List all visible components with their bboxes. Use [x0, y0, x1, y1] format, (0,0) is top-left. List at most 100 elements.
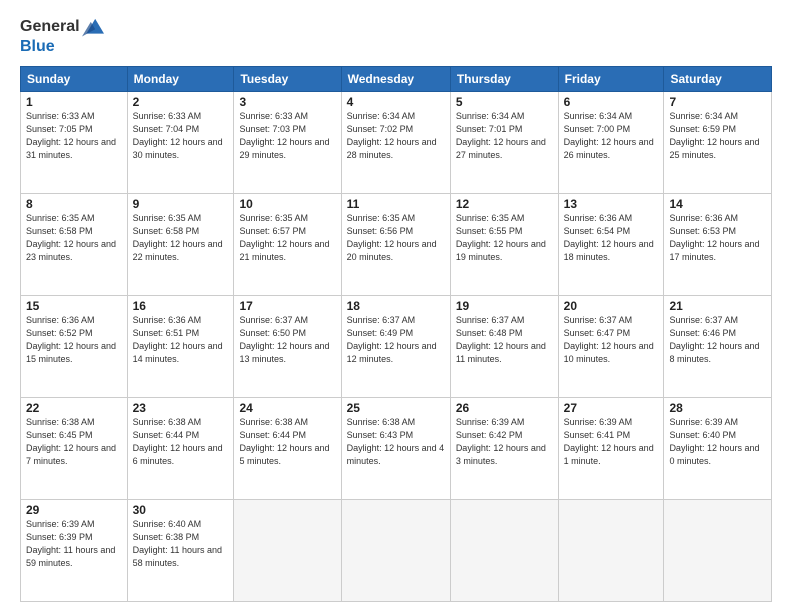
day-number: 3 [239, 95, 335, 109]
day-info: Sunrise: 6:38 AMSunset: 6:45 PMDaylight:… [26, 417, 116, 466]
day-number: 14 [669, 197, 766, 211]
calendar-cell: 18 Sunrise: 6:37 AMSunset: 6:49 PMDaylig… [341, 295, 450, 397]
calendar-cell: 26 Sunrise: 6:39 AMSunset: 6:42 PMDaylig… [450, 397, 558, 499]
day-number: 27 [564, 401, 659, 415]
day-info: Sunrise: 6:36 AMSunset: 6:54 PMDaylight:… [564, 213, 654, 262]
calendar-cell: 29 Sunrise: 6:39 AMSunset: 6:39 PMDaylig… [21, 499, 128, 601]
day-number: 2 [133, 95, 229, 109]
calendar-cell: 2 Sunrise: 6:33 AMSunset: 7:04 PMDayligh… [127, 91, 234, 193]
day-info: Sunrise: 6:34 AMSunset: 7:02 PMDaylight:… [347, 111, 437, 160]
page: General Blue SundayMondayTuesdayWednesda… [0, 0, 792, 612]
calendar-cell: 21 Sunrise: 6:37 AMSunset: 6:46 PMDaylig… [664, 295, 772, 397]
logo-blue: Blue [20, 38, 104, 56]
calendar: SundayMondayTuesdayWednesdayThursdayFrid… [20, 66, 772, 602]
calendar-cell: 6 Sunrise: 6:34 AMSunset: 7:00 PMDayligh… [558, 91, 664, 193]
day-number: 15 [26, 299, 122, 313]
day-number: 8 [26, 197, 122, 211]
day-number: 12 [456, 197, 553, 211]
day-info: Sunrise: 6:35 AMSunset: 6:56 PMDaylight:… [347, 213, 437, 262]
day-header-monday: Monday [127, 66, 234, 91]
day-info: Sunrise: 6:35 AMSunset: 6:58 PMDaylight:… [133, 213, 223, 262]
day-info: Sunrise: 6:36 AMSunset: 6:52 PMDaylight:… [26, 315, 116, 364]
calendar-cell [664, 499, 772, 601]
day-info: Sunrise: 6:36 AMSunset: 6:51 PMDaylight:… [133, 315, 223, 364]
day-header-thursday: Thursday [450, 66, 558, 91]
day-info: Sunrise: 6:34 AMSunset: 6:59 PMDaylight:… [669, 111, 759, 160]
day-number: 10 [239, 197, 335, 211]
day-number: 30 [133, 503, 229, 517]
day-number: 16 [133, 299, 229, 313]
day-number: 19 [456, 299, 553, 313]
day-info: Sunrise: 6:37 AMSunset: 6:49 PMDaylight:… [347, 315, 437, 364]
day-number: 1 [26, 95, 122, 109]
day-number: 18 [347, 299, 445, 313]
calendar-cell [234, 499, 341, 601]
calendar-cell: 9 Sunrise: 6:35 AMSunset: 6:58 PMDayligh… [127, 193, 234, 295]
day-number: 26 [456, 401, 553, 415]
day-info: Sunrise: 6:34 AMSunset: 7:00 PMDaylight:… [564, 111, 654, 160]
day-header-saturday: Saturday [664, 66, 772, 91]
calendar-cell: 28 Sunrise: 6:39 AMSunset: 6:40 PMDaylig… [664, 397, 772, 499]
calendar-cell: 30 Sunrise: 6:40 AMSunset: 6:38 PMDaylig… [127, 499, 234, 601]
day-number: 22 [26, 401, 122, 415]
day-info: Sunrise: 6:38 AMSunset: 6:43 PMDaylight:… [347, 417, 445, 466]
day-number: 9 [133, 197, 229, 211]
calendar-cell: 23 Sunrise: 6:38 AMSunset: 6:44 PMDaylig… [127, 397, 234, 499]
calendar-cell [450, 499, 558, 601]
calendar-cell: 25 Sunrise: 6:38 AMSunset: 6:43 PMDaylig… [341, 397, 450, 499]
calendar-cell [558, 499, 664, 601]
header: General Blue [20, 16, 772, 56]
day-info: Sunrise: 6:39 AMSunset: 6:40 PMDaylight:… [669, 417, 759, 466]
day-number: 6 [564, 95, 659, 109]
calendar-cell: 10 Sunrise: 6:35 AMSunset: 6:57 PMDaylig… [234, 193, 341, 295]
calendar-cell: 24 Sunrise: 6:38 AMSunset: 6:44 PMDaylig… [234, 397, 341, 499]
day-number: 25 [347, 401, 445, 415]
day-info: Sunrise: 6:37 AMSunset: 6:47 PMDaylight:… [564, 315, 654, 364]
calendar-cell: 8 Sunrise: 6:35 AMSunset: 6:58 PMDayligh… [21, 193, 128, 295]
day-number: 4 [347, 95, 445, 109]
calendar-cell: 1 Sunrise: 6:33 AMSunset: 7:05 PMDayligh… [21, 91, 128, 193]
calendar-cell: 19 Sunrise: 6:37 AMSunset: 6:48 PMDaylig… [450, 295, 558, 397]
day-info: Sunrise: 6:35 AMSunset: 6:55 PMDaylight:… [456, 213, 546, 262]
day-number: 7 [669, 95, 766, 109]
logo-icon [82, 16, 104, 38]
day-number: 11 [347, 197, 445, 211]
calendar-cell: 27 Sunrise: 6:39 AMSunset: 6:41 PMDaylig… [558, 397, 664, 499]
day-number: 28 [669, 401, 766, 415]
calendar-cell: 22 Sunrise: 6:38 AMSunset: 6:45 PMDaylig… [21, 397, 128, 499]
day-header-sunday: Sunday [21, 66, 128, 91]
logo: General Blue [20, 16, 104, 56]
day-header-wednesday: Wednesday [341, 66, 450, 91]
day-info: Sunrise: 6:35 AMSunset: 6:57 PMDaylight:… [239, 213, 329, 262]
calendar-cell: 12 Sunrise: 6:35 AMSunset: 6:55 PMDaylig… [450, 193, 558, 295]
day-info: Sunrise: 6:39 AMSunset: 6:42 PMDaylight:… [456, 417, 546, 466]
day-number: 21 [669, 299, 766, 313]
day-info: Sunrise: 6:38 AMSunset: 6:44 PMDaylight:… [239, 417, 329, 466]
day-number: 5 [456, 95, 553, 109]
day-info: Sunrise: 6:37 AMSunset: 6:50 PMDaylight:… [239, 315, 329, 364]
day-info: Sunrise: 6:33 AMSunset: 7:03 PMDaylight:… [239, 111, 329, 160]
day-info: Sunrise: 6:37 AMSunset: 6:46 PMDaylight:… [669, 315, 759, 364]
day-number: 20 [564, 299, 659, 313]
day-info: Sunrise: 6:34 AMSunset: 7:01 PMDaylight:… [456, 111, 546, 160]
day-info: Sunrise: 6:37 AMSunset: 6:48 PMDaylight:… [456, 315, 546, 364]
logo-general: General [20, 18, 80, 36]
calendar-cell: 3 Sunrise: 6:33 AMSunset: 7:03 PMDayligh… [234, 91, 341, 193]
calendar-cell: 20 Sunrise: 6:37 AMSunset: 6:47 PMDaylig… [558, 295, 664, 397]
calendar-cell: 17 Sunrise: 6:37 AMSunset: 6:50 PMDaylig… [234, 295, 341, 397]
calendar-cell [341, 499, 450, 601]
calendar-cell: 4 Sunrise: 6:34 AMSunset: 7:02 PMDayligh… [341, 91, 450, 193]
day-number: 24 [239, 401, 335, 415]
calendar-cell: 11 Sunrise: 6:35 AMSunset: 6:56 PMDaylig… [341, 193, 450, 295]
calendar-cell: 14 Sunrise: 6:36 AMSunset: 6:53 PMDaylig… [664, 193, 772, 295]
day-number: 23 [133, 401, 229, 415]
day-info: Sunrise: 6:33 AMSunset: 7:05 PMDaylight:… [26, 111, 116, 160]
day-info: Sunrise: 6:36 AMSunset: 6:53 PMDaylight:… [669, 213, 759, 262]
day-info: Sunrise: 6:33 AMSunset: 7:04 PMDaylight:… [133, 111, 223, 160]
day-header-friday: Friday [558, 66, 664, 91]
calendar-cell: 7 Sunrise: 6:34 AMSunset: 6:59 PMDayligh… [664, 91, 772, 193]
day-number: 17 [239, 299, 335, 313]
day-info: Sunrise: 6:39 AMSunset: 6:41 PMDaylight:… [564, 417, 654, 466]
day-info: Sunrise: 6:35 AMSunset: 6:58 PMDaylight:… [26, 213, 116, 262]
day-header-tuesday: Tuesday [234, 66, 341, 91]
